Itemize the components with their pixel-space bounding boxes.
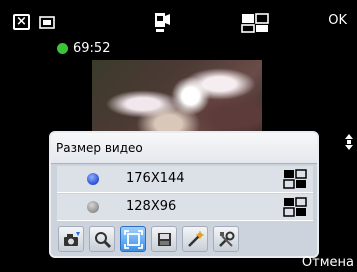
video-size-icon xyxy=(124,230,143,249)
resolution-icon xyxy=(283,169,307,189)
zoom-icon xyxy=(95,232,112,249)
option-128x96[interactable]: 128X96 xyxy=(57,194,313,221)
storage-icon xyxy=(158,233,171,246)
resolution-icon xyxy=(283,197,307,217)
zoom-button[interactable] xyxy=(89,226,115,252)
white-balance-button[interactable] xyxy=(182,226,208,252)
option-label: 128X96 xyxy=(126,199,177,214)
cancel-softkey[interactable]: Отмена xyxy=(302,255,354,270)
resolution-icon[interactable] xyxy=(241,12,271,34)
recording-indicator-icon xyxy=(57,42,68,54)
radio-selected-icon[interactable] xyxy=(87,173,99,185)
option-176x144[interactable]: 176X144 xyxy=(57,166,313,193)
camera-preview xyxy=(92,60,262,140)
settings-tools-button[interactable] xyxy=(213,226,239,252)
camera-mode-button[interactable] xyxy=(58,226,84,252)
settings-tools-icon xyxy=(219,231,235,247)
top-bar: × OK xyxy=(0,0,357,36)
option-label: 176X144 xyxy=(126,171,185,186)
scroll-arrows-icon[interactable] xyxy=(344,134,354,150)
camera-screen: × OK 69:52 Размер видео 176X144 128X96 О… xyxy=(0,0,357,272)
memory-card-icon[interactable] xyxy=(39,16,55,29)
settings-toolbar xyxy=(51,224,317,256)
video-size-button[interactable] xyxy=(120,226,146,252)
recording-time: 69:52 xyxy=(73,40,111,56)
recording-status: 69:52 xyxy=(57,40,110,56)
video-size-popup: Размер видео 176X144 128X96 xyxy=(49,131,319,258)
ok-button[interactable]: OK xyxy=(328,13,347,28)
popup-title: Размер видео xyxy=(51,133,317,164)
storage-button[interactable] xyxy=(151,226,177,252)
radio-unselected-icon[interactable] xyxy=(87,201,99,213)
video-camera-icon[interactable] xyxy=(152,12,172,34)
white-balance-icon xyxy=(188,231,204,247)
camera-mode-icon xyxy=(64,232,80,246)
close-icon[interactable]: × xyxy=(13,14,30,30)
